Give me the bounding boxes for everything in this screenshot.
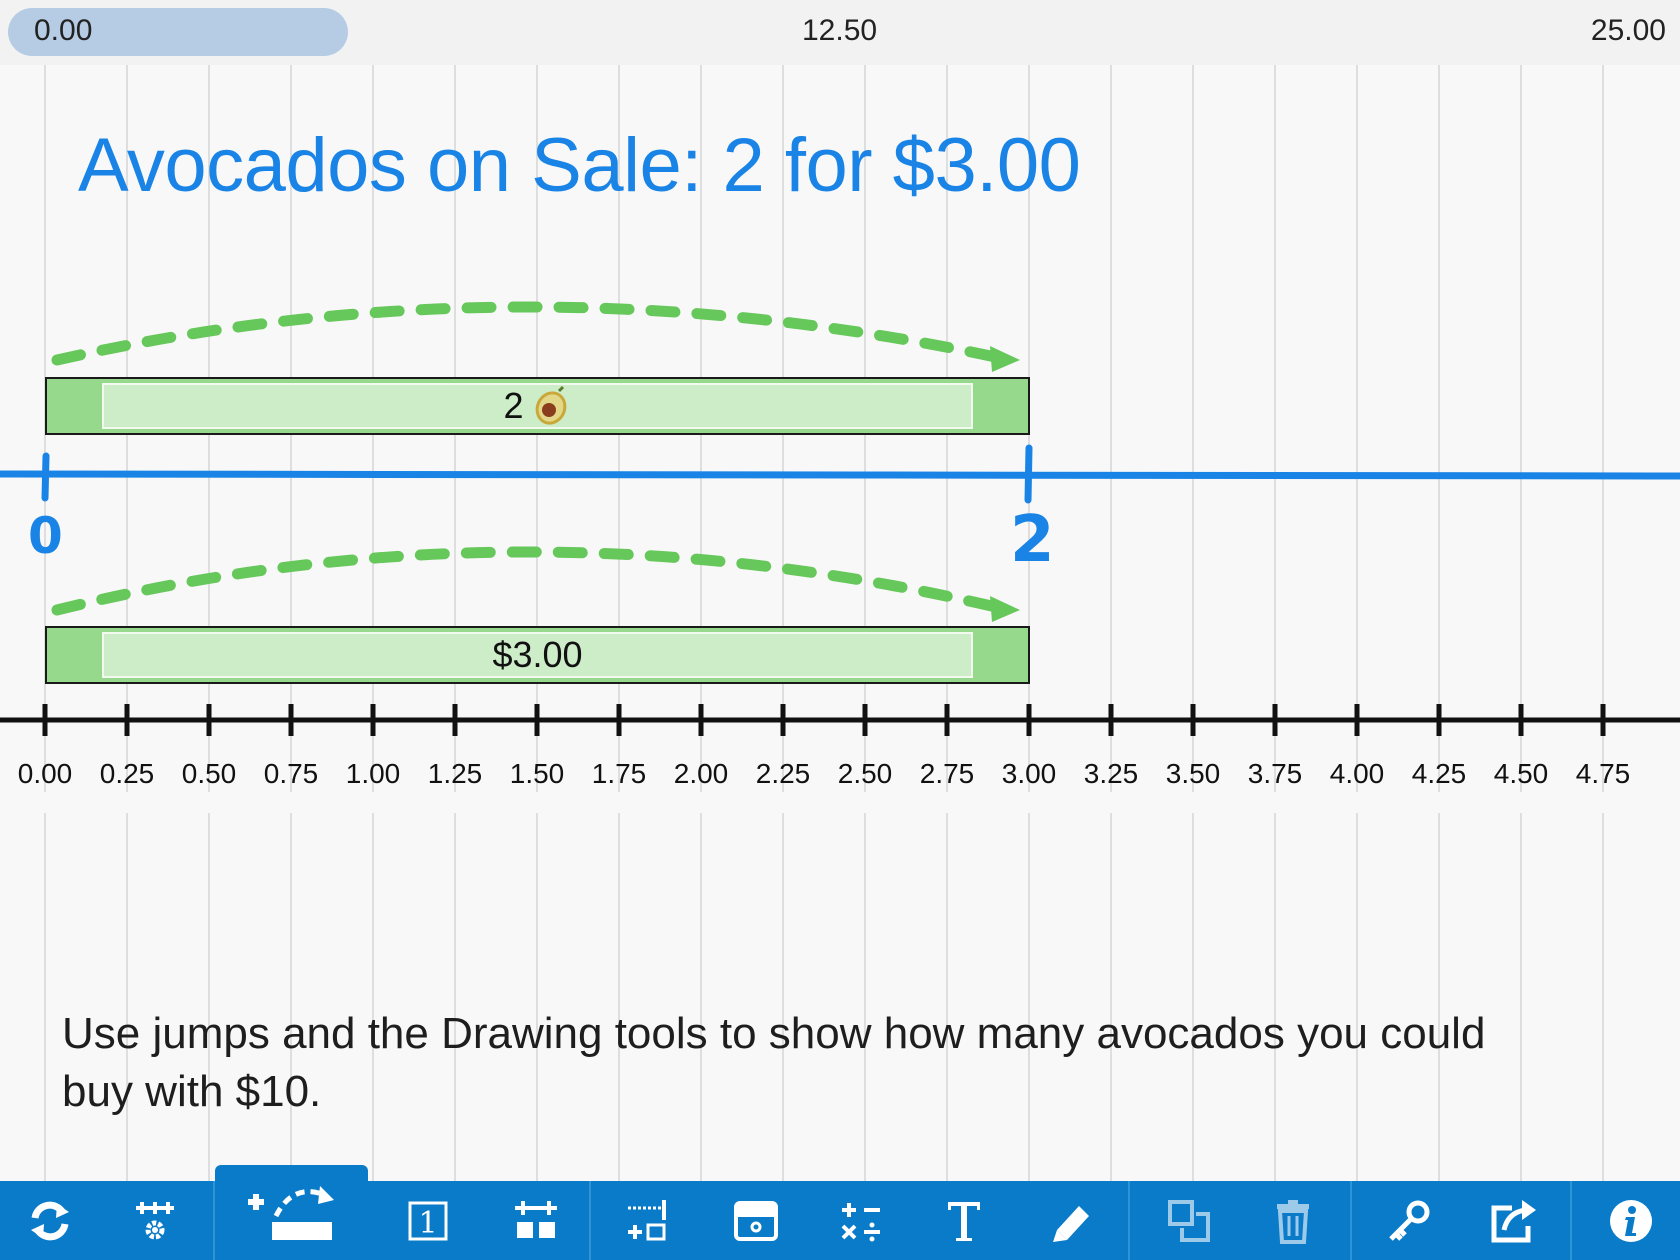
avocado-icon bbox=[535, 385, 566, 425]
jump-arrow-bottom[interactable] bbox=[51, 546, 1006, 616]
hand-drawn-two: 2 bbox=[1010, 503, 1055, 577]
tick-label: 1.25 bbox=[427, 758, 483, 789]
tick-label: 2.50 bbox=[837, 758, 893, 789]
text-icon[interactable] bbox=[924, 1181, 1004, 1260]
toolbar-divider bbox=[1570, 1181, 1572, 1260]
avocado-count-bar[interactable]: 2 bbox=[45, 377, 1030, 435]
refresh-icon[interactable] bbox=[0, 1181, 100, 1260]
duplicate-icon[interactable] bbox=[1144, 1181, 1234, 1260]
add-jump-icon[interactable] bbox=[215, 1165, 368, 1260]
jump-arrow-top[interactable] bbox=[51, 301, 1006, 366]
jump-arrowhead-top bbox=[990, 346, 1020, 372]
tick-label: 0.50 bbox=[181, 758, 237, 789]
number-line-tick-labels: 0.00 0.25 0.50 0.75 1.00 1.25 1.50 1.75 2.00 2.25… bbox=[0, 758, 1680, 798]
hide-numbers-icon[interactable] bbox=[492, 1181, 580, 1260]
page-title[interactable]: Avocados on Sale: 2 for $3.00 bbox=[78, 122, 1081, 209]
hand-drawn-zero: 0 bbox=[28, 507, 63, 565]
number-box-icon[interactable]: 1 bbox=[388, 1181, 468, 1260]
tick-label: 3.00 bbox=[1001, 758, 1057, 789]
jump-arrowhead-bottom bbox=[990, 596, 1020, 622]
toolbar-divider bbox=[1128, 1181, 1130, 1260]
tick-label: 3.75 bbox=[1247, 758, 1303, 789]
tick-label: 0.25 bbox=[99, 758, 155, 789]
tick-label: 3.50 bbox=[1165, 758, 1221, 789]
toolbar-divider bbox=[1350, 1181, 1352, 1260]
hand-drawn-tick-zero bbox=[41, 452, 50, 502]
tick-label: 4.25 bbox=[1411, 758, 1467, 789]
trash-icon[interactable] bbox=[1250, 1181, 1336, 1260]
toolbar-divider bbox=[589, 1181, 591, 1260]
price-label: $3.00 bbox=[492, 634, 583, 675]
tick-label: 3.25 bbox=[1083, 758, 1139, 789]
operations-icon[interactable] bbox=[818, 1181, 904, 1260]
key-icon[interactable] bbox=[1366, 1181, 1452, 1260]
avocado-count-label: 2 bbox=[503, 385, 524, 426]
tick-label: 0.75 bbox=[263, 758, 319, 789]
bar-label-box: 2 bbox=[102, 383, 973, 429]
hand-drawn-tick-two bbox=[1024, 444, 1033, 504]
pencil-icon[interactable] bbox=[1030, 1181, 1114, 1260]
tick-label: 5. bbox=[1662, 758, 1680, 790]
tick-label: 2.00 bbox=[673, 758, 729, 789]
instructions-text[interactable]: Use jumps and the Drawing tools to show … bbox=[62, 1005, 1542, 1121]
hand-drawn-line[interactable] bbox=[0, 470, 1680, 480]
tick-label: 1.50 bbox=[509, 758, 565, 789]
tick-label: 4.75 bbox=[1575, 758, 1631, 789]
tick-label: 2.75 bbox=[919, 758, 975, 789]
add-bar-icon[interactable] bbox=[604, 1181, 694, 1260]
tick-label: 4.00 bbox=[1329, 758, 1385, 789]
tick-label: 0.00 bbox=[17, 758, 73, 789]
tick-label: 4.50 bbox=[1493, 758, 1549, 789]
tick-label: 1.00 bbox=[345, 758, 401, 789]
tick-label: 2.25 bbox=[755, 758, 811, 789]
tick-label: 1.75 bbox=[591, 758, 647, 789]
price-bar[interactable]: $3.00 bbox=[45, 626, 1030, 684]
info-icon[interactable] bbox=[1586, 1181, 1676, 1260]
number-line-settings-icon[interactable] bbox=[110, 1181, 200, 1260]
svg-text:1: 1 bbox=[418, 1206, 437, 1241]
share-icon[interactable] bbox=[1470, 1181, 1560, 1260]
bar-label-box: $3.00 bbox=[102, 632, 973, 678]
hide-box-icon[interactable] bbox=[712, 1181, 800, 1260]
